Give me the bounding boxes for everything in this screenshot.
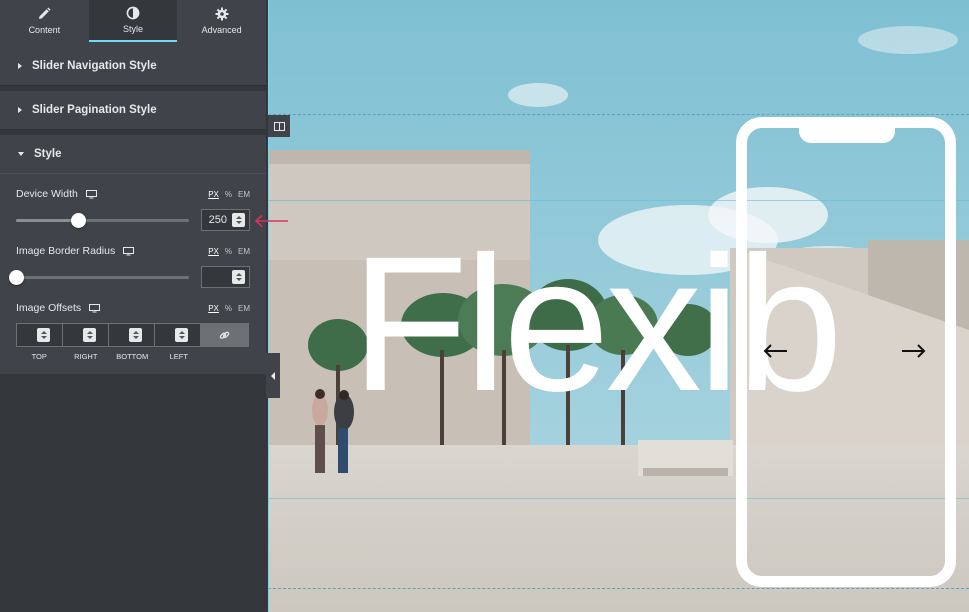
desktop-icon[interactable] xyxy=(89,303,101,313)
tab-content-label: Content xyxy=(28,25,61,35)
arrow-left-icon[interactable] xyxy=(761,340,789,362)
offset-top-label: TOP xyxy=(31,352,47,361)
unit-switcher: PX % EM xyxy=(208,304,250,313)
border-radius-slider[interactable] xyxy=(9,270,189,285)
half-circle-icon xyxy=(126,6,140,20)
unit-px[interactable]: PX xyxy=(208,190,219,199)
section-style[interactable]: Style xyxy=(0,135,266,174)
unit-em[interactable]: EM xyxy=(238,190,250,199)
caret-right-icon xyxy=(18,63,22,69)
image-offsets-label: Image Offsets xyxy=(16,302,101,314)
offset-bottom-label: BOTTOM xyxy=(116,352,149,361)
offset-right-label: RIGHT xyxy=(74,352,98,361)
chevron-left-icon xyxy=(271,371,275,380)
desktop-icon[interactable] xyxy=(123,246,135,256)
number-spinner[interactable] xyxy=(129,328,142,342)
columns-icon xyxy=(273,121,285,131)
panel-collapse-button[interactable] xyxy=(266,353,280,398)
gear-icon xyxy=(215,7,229,21)
editor-panel: Content Style Advanced Slider Navigation… xyxy=(0,0,266,612)
tab-style-label: Style xyxy=(123,24,144,34)
border-radius-control: Image Border Radius PX % EM xyxy=(9,243,250,300)
offset-left-input[interactable] xyxy=(155,324,201,346)
tab-advanced[interactable]: Advanced xyxy=(177,0,266,42)
unit-percent[interactable]: % xyxy=(225,304,232,313)
device-width-label: Device Width xyxy=(16,188,97,200)
column-handle[interactable] xyxy=(268,115,290,137)
panel-tabs: Content Style Advanced xyxy=(0,0,266,42)
offsets-dimensions xyxy=(16,323,249,347)
tab-style[interactable]: Style xyxy=(88,0,178,42)
device-width-input[interactable]: 250 xyxy=(201,209,250,231)
guide-line xyxy=(268,114,969,115)
section-slider-pagination-style[interactable]: Slider Pagination Style xyxy=(0,91,266,130)
unit-px[interactable]: PX xyxy=(208,304,219,313)
offset-bottom-input[interactable] xyxy=(109,324,155,346)
tab-advanced-label: Advanced xyxy=(201,25,242,35)
number-spinner[interactable] xyxy=(175,328,188,342)
section-title: Slider Pagination Style xyxy=(32,104,157,116)
border-radius-label: Image Border Radius xyxy=(16,245,135,257)
offset-left-label: LEFT xyxy=(169,352,188,361)
section-title: Slider Navigation Style xyxy=(32,60,157,72)
unit-switcher: PX % EM xyxy=(208,190,250,199)
desktop-icon[interactable] xyxy=(85,189,97,199)
image-offsets-control: Image Offsets PX % EM TOP RIGHT BOTTOM L… xyxy=(16,300,250,370)
guide-line xyxy=(268,588,969,589)
offsets-field-labels: TOP RIGHT BOTTOM LEFT xyxy=(16,352,202,361)
arrow-right-icon[interactable] xyxy=(900,340,928,362)
unit-em[interactable]: EM xyxy=(238,304,250,313)
section-title: Style xyxy=(34,148,62,160)
unit-em[interactable]: EM xyxy=(238,247,250,256)
slider-handle[interactable] xyxy=(9,270,24,285)
unit-switcher: PX % EM xyxy=(208,247,250,256)
pencil-icon xyxy=(39,7,51,19)
device-width-slider[interactable] xyxy=(16,213,189,228)
device-width-control: Device Width PX % EM 250 xyxy=(16,186,250,243)
link-icon xyxy=(219,331,230,339)
preview-canvas: Flexib xyxy=(268,0,969,612)
number-spinner[interactable] xyxy=(232,213,245,227)
number-spinner[interactable] xyxy=(232,270,245,284)
offset-right-input[interactable] xyxy=(63,324,109,346)
style-controls: Device Width PX % EM 250 Image Border Ra… xyxy=(0,174,266,374)
annotation-arrow-icon xyxy=(254,214,288,228)
canvas-edge xyxy=(268,0,269,612)
caret-down-icon xyxy=(18,152,24,156)
border-radius-input[interactable] xyxy=(201,266,250,288)
unit-percent[interactable]: % xyxy=(225,190,232,199)
section-slider-navigation-style[interactable]: Slider Navigation Style xyxy=(0,47,266,86)
device-notch xyxy=(799,125,895,143)
caret-right-icon xyxy=(18,107,22,113)
offset-top-input[interactable] xyxy=(17,324,63,346)
number-spinner[interactable] xyxy=(83,328,96,342)
slider-fill xyxy=(16,219,79,222)
tab-content[interactable]: Content xyxy=(0,0,89,42)
unit-percent[interactable]: % xyxy=(225,247,232,256)
unit-px[interactable]: PX xyxy=(208,247,219,256)
slider-handle[interactable] xyxy=(71,213,87,228)
link-values-button[interactable] xyxy=(201,324,248,346)
number-spinner[interactable] xyxy=(37,328,50,342)
